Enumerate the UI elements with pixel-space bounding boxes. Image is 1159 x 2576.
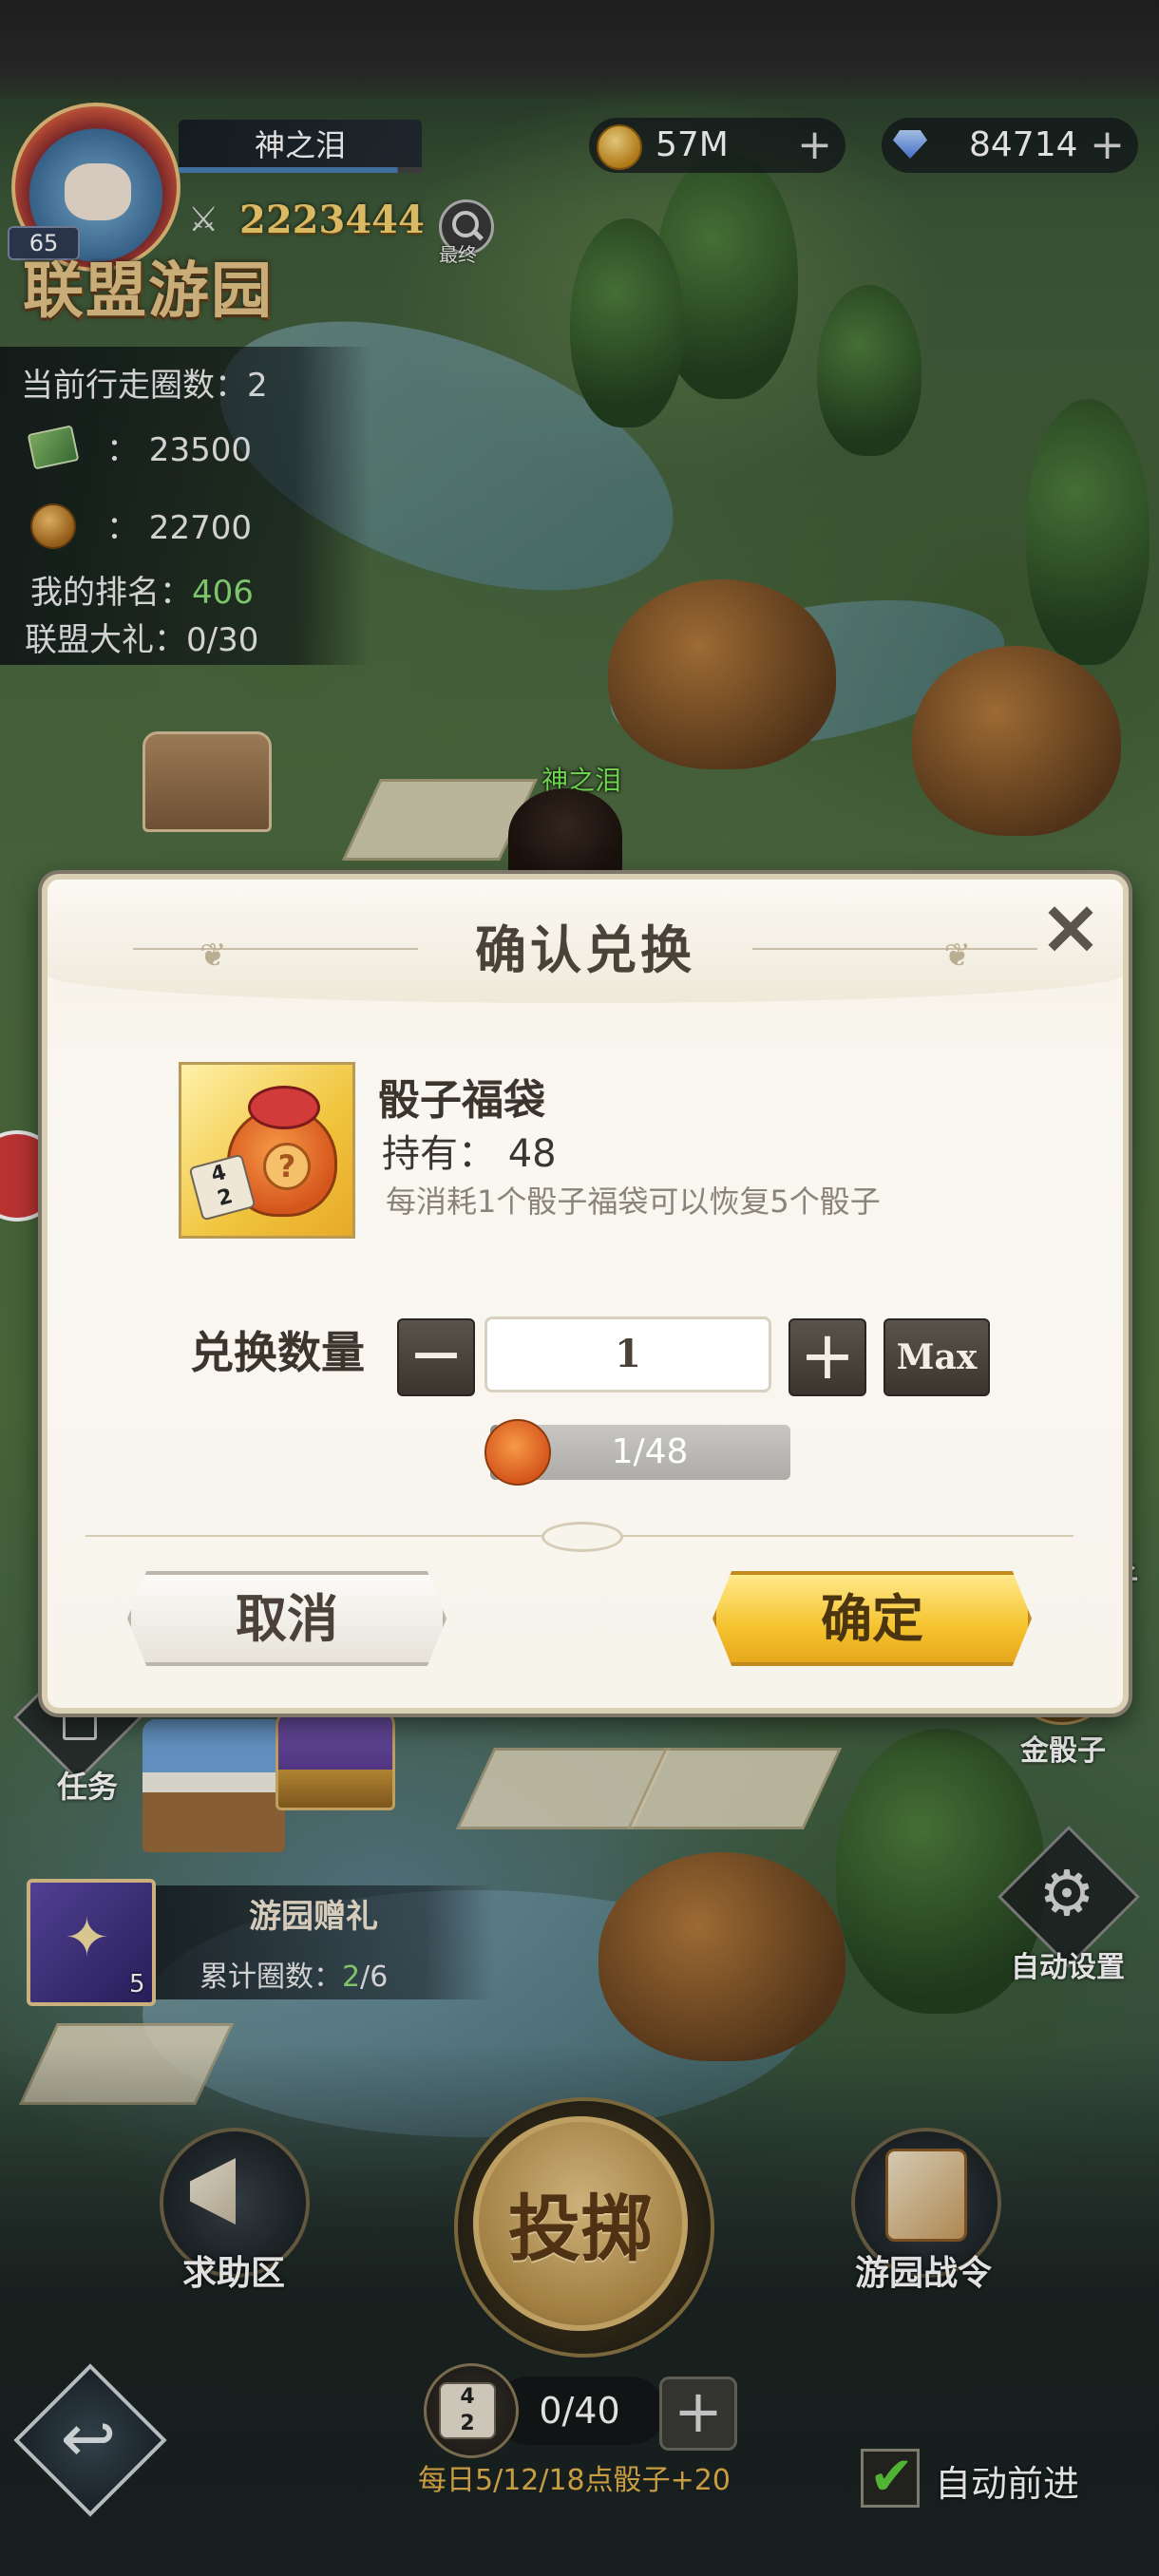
max-quantity-button[interactable]: Max [884, 1318, 990, 1396]
divider-ornament [542, 1522, 623, 1552]
quantity-input[interactable]: 1 [484, 1316, 771, 1392]
quantity-label: 兑换数量 [190, 1327, 365, 1378]
owned-value: 48 [507, 1132, 557, 1176]
increase-quantity-button[interactable]: + [788, 1318, 866, 1396]
confirm-exchange-dialog: ❦ ❦ 确认兑换 × ? 42 骰子福袋 持有： 48 每消耗1个骰子福袋可以恢… [42, 874, 1129, 1714]
item-icon-frame: ? 42 [179, 1062, 355, 1239]
close-icon[interactable]: × [1037, 889, 1104, 965]
confirm-button[interactable]: 确定 [712, 1571, 1032, 1666]
decrease-quantity-button[interactable]: − [397, 1318, 475, 1396]
owned-label: 持有： [382, 1132, 496, 1176]
bag-ribbon [248, 1086, 320, 1129]
item-name: 骰子福袋 [378, 1076, 545, 1125]
item-description: 每消耗1个骰子福袋可以恢复5个骰子 [386, 1184, 881, 1220]
question-mark-icon: ? [263, 1143, 311, 1190]
item-owned: 持有： 48 [382, 1123, 557, 1178]
quantity-progress-text: 1/48 [611, 1432, 689, 1471]
cancel-button[interactable]: 取消 [127, 1571, 446, 1666]
dialog-title: 确认兑换 [475, 919, 695, 980]
